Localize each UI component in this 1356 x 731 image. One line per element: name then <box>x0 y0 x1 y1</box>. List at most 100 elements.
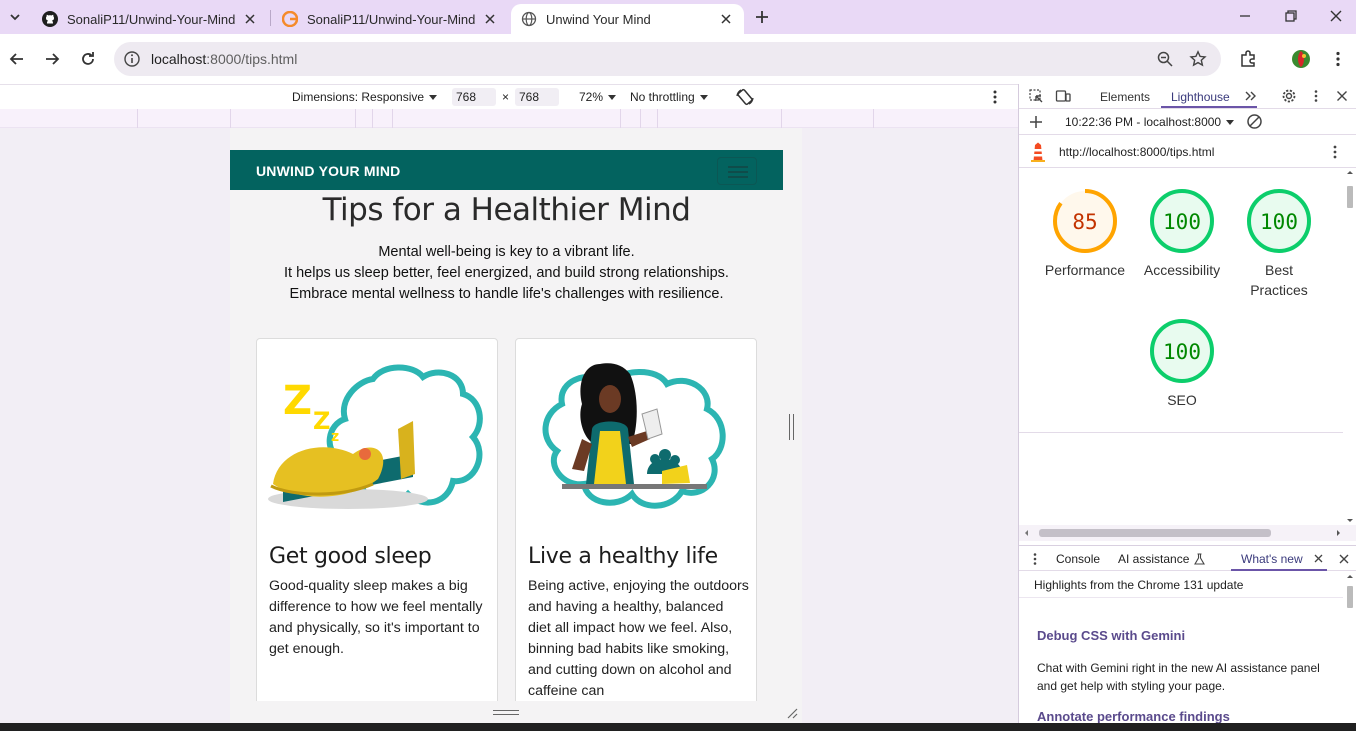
inspect-element-icon[interactable] <box>1028 88 1044 104</box>
resize-handle-bottom[interactable] <box>493 710 519 715</box>
tab-title: SonaliP11/Unwind-Your-Mind <box>67 11 236 27</box>
close-icon[interactable] <box>482 11 498 27</box>
hscrollbar-icon <box>1025 529 1340 537</box>
times-sign: × <box>502 90 510 104</box>
site-info-icon[interactable] <box>122 49 142 69</box>
score-value: 85 <box>1072 210 1097 234</box>
chevron-down-icon <box>10 14 20 21</box>
new-tab-icon[interactable] <box>752 7 772 27</box>
tab-search-button[interactable] <box>4 6 26 28</box>
dimensions-label: Dimensions: Responsive <box>292 90 425 104</box>
close-devtools-icon[interactable] <box>1334 88 1350 104</box>
bookmark-star-icon[interactable] <box>1189 50 1207 68</box>
tip-card-healthy-life: Live a healthy life Being active, enjoyi… <box>515 338 757 723</box>
url-host: localhost <box>151 51 207 67</box>
tab-unwind-your-mind[interactable]: Unwind Your Mind <box>511 4 744 34</box>
os-taskbar <box>0 723 1356 731</box>
minimize-icon[interactable] <box>1237 8 1253 24</box>
device-toggle-icon[interactable] <box>1055 88 1071 104</box>
report-url: http://localhost:8000/tips.html <box>1059 145 1215 159</box>
svg-text:z: z <box>331 429 339 445</box>
forward-icon[interactable] <box>42 49 62 69</box>
address-bar[interactable]: localhost:8000/tips.html <box>114 42 1221 76</box>
device-toolbar: Dimensions: Responsive 768 × 768 72% No … <box>0 84 1018 109</box>
healthy-life-illustration <box>542 363 726 509</box>
gauge-seo[interactable]: 100 SEO <box>1132 318 1232 410</box>
device-more-icon[interactable] <box>987 88 1003 106</box>
add-report-icon[interactable] <box>1028 114 1044 130</box>
report-time: 10:22:36 PM - localhost:8000 <box>1065 115 1222 129</box>
whats-new-section-title[interactable]: Annotate performance findings <box>1037 709 1230 723</box>
report-menu-icon[interactable] <box>1327 144 1343 160</box>
page-intro: Mental well-being is key to a vibrant li… <box>230 242 783 305</box>
clear-reports-icon[interactable] <box>1246 113 1263 130</box>
throttling-dropdown[interactable]: No throttling <box>630 90 708 104</box>
back-icon[interactable] <box>7 49 27 69</box>
tab-lighthouse[interactable]: Lighthouse <box>1171 90 1230 104</box>
close-icon[interactable] <box>242 11 258 27</box>
drawer-menu-icon[interactable] <box>1029 552 1041 566</box>
score-label: Performance <box>1044 262 1126 278</box>
rotate-icon[interactable] <box>735 87 755 107</box>
gauge-performance[interactable]: 85 Performance <box>1035 188 1135 280</box>
restore-icon[interactable] <box>1283 8 1299 24</box>
site-navbar: UNWIND YOUR MIND <box>230 150 783 190</box>
tab-whats-new[interactable]: What's new <box>1231 546 1327 572</box>
tab-ai-assistance[interactable]: AI assistance <box>1118 552 1206 566</box>
sleep-illustration: Z Z z <box>268 364 483 509</box>
tab-whats-new-label: What's new <box>1241 552 1303 566</box>
resize-handle-right[interactable] <box>789 414 794 440</box>
report-scrollbar[interactable] <box>1343 168 1356 525</box>
nav-toggle-button[interactable] <box>717 157 757 185</box>
more-tabs-icon[interactable] <box>1243 88 1259 104</box>
github-pages-icon <box>282 11 298 27</box>
tab-title: SonaliP11/Unwind-Your-Mind - <box>307 11 476 27</box>
caret-down-icon <box>699 94 708 100</box>
extensions-icon[interactable] <box>1238 49 1258 69</box>
drawer-scrollbar-icon[interactable] <box>1343 572 1356 723</box>
active-tab-indicator <box>1231 569 1327 571</box>
section-divider <box>1019 432 1343 433</box>
close-tab-icon[interactable] <box>1313 553 1324 564</box>
score-label-line: Practices <box>1250 282 1308 298</box>
emulated-viewport: UNWIND YOUR MIND Tips for a Healthier Mi… <box>0 128 1018 723</box>
width-input[interactable]: 768 <box>452 88 496 106</box>
media-query-ruler <box>0 109 1018 128</box>
tab-console[interactable]: Console <box>1056 552 1100 566</box>
report-hscrollbar[interactable] <box>1019 525 1356 541</box>
tab-elements[interactable]: Elements <box>1100 90 1150 104</box>
devtools-menu-icon[interactable] <box>1308 88 1324 104</box>
zoom-dropdown[interactable]: 72% <box>579 90 617 104</box>
score-value: 100 <box>1163 340 1201 364</box>
score-gauge: 100 <box>1247 189 1311 253</box>
dimensions-dropdown[interactable]: Dimensions: Responsive <box>292 90 438 104</box>
report-selector[interactable]: 10:22:36 PM - localhost:8000 <box>1065 115 1235 129</box>
whats-new-panel: Highlights from the Chrome 131 update De… <box>1019 572 1356 723</box>
window-close-icon[interactable] <box>1328 8 1344 24</box>
height-input[interactable]: 768 <box>515 88 559 106</box>
lighthouse-report: 85 Performance 100 Accessibility 100 Bes… <box>1019 168 1343 525</box>
tab-ai-label: AI assistance <box>1118 552 1190 566</box>
tab-strip: SonaliP11/Unwind-Your-Mind SonaliP11/Unw… <box>0 0 1356 34</box>
gauge-accessibility[interactable]: 100 Accessibility <box>1132 188 1232 280</box>
zoom-icon[interactable] <box>1156 50 1174 68</box>
profile-avatar-icon[interactable] <box>1291 49 1311 69</box>
tab-github-repo[interactable]: SonaliP11/Unwind-Your-Mind <box>32 4 268 34</box>
lighthouse-toolbar: 10:22:36 PM - localhost:8000 <box>1019 109 1356 135</box>
reload-icon[interactable] <box>78 49 98 69</box>
more-menu-icon[interactable] <box>1328 49 1348 69</box>
settings-gear-icon[interactable] <box>1281 88 1297 104</box>
close-icon[interactable] <box>718 11 734 27</box>
gauge-best-practices[interactable]: 100 Best Practices <box>1229 188 1329 300</box>
score-label: Accessibility <box>1143 262 1221 278</box>
site-brand[interactable]: UNWIND YOUR MIND <box>256 163 401 179</box>
tab-github-pages[interactable]: SonaliP11/Unwind-Your-Mind - <box>272 4 508 34</box>
whats-new-section-title[interactable]: Debug CSS with Gemini <box>1037 628 1185 643</box>
svg-text:Z: Z <box>313 407 330 435</box>
resize-corner-icon[interactable] <box>786 707 798 719</box>
score-gauge: 85 <box>1053 189 1117 253</box>
zoom-label: 72% <box>579 90 604 104</box>
close-drawer-icon[interactable] <box>1337 552 1351 566</box>
whats-new-section-text: Chat with Gemini right in the new AI ass… <box>1037 661 1320 693</box>
card-title: Get good sleep <box>269 544 432 569</box>
